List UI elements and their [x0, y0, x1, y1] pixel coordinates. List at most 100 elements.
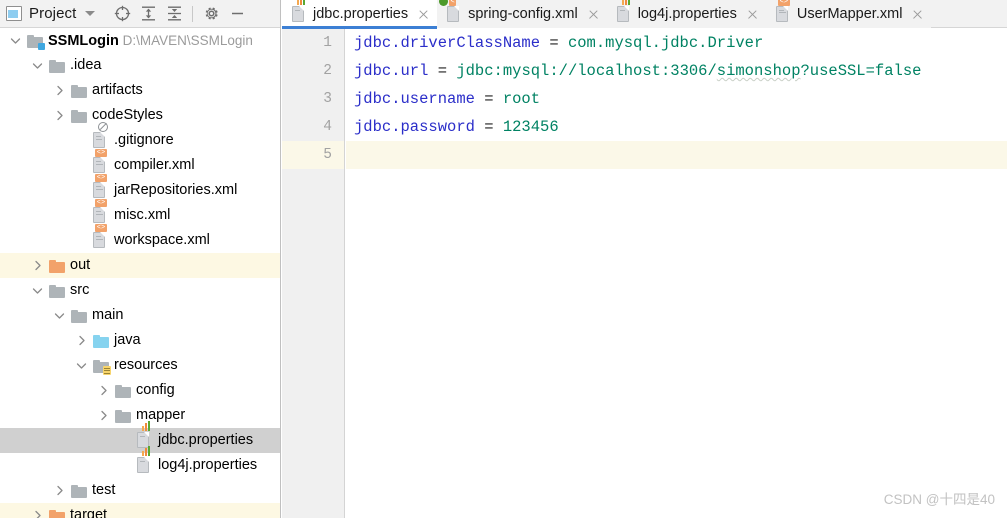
- file-xml-icon: <>: [93, 149, 110, 174]
- tree-item-src[interactable]: src: [0, 278, 280, 303]
- tree-item-ssmlogin[interactable]: SSMLogin D:\MAVEN\SSMLogin: [0, 28, 280, 53]
- close-icon[interactable]: [746, 8, 759, 21]
- code-line[interactable]: jdbc.url = jdbc:mysql://localhost:3306/s…: [346, 57, 1007, 85]
- folder-gray-icon: [71, 107, 88, 124]
- chevron-right-icon[interactable]: [96, 403, 110, 428]
- folder-orange-icon: [49, 257, 66, 274]
- chevron-right-icon[interactable]: [52, 478, 66, 503]
- folder-resources-icon: [93, 357, 111, 375]
- editor-tab-bar[interactable]: jdbc.properties < spring-config.xml log4j.p…: [282, 0, 1007, 29]
- property-value-warning: simonshop: [716, 62, 801, 80]
- chevron-down-icon[interactable]: [8, 28, 22, 53]
- tree-item-workspace-xml[interactable]: <> workspace.xml: [0, 224, 280, 253]
- tree-item-config[interactable]: config: [0, 378, 280, 403]
- close-icon[interactable]: [417, 8, 430, 21]
- tree-item-test[interactable]: test: [0, 478, 280, 503]
- code-line[interactable]: [346, 141, 1007, 169]
- close-icon[interactable]: [587, 8, 600, 21]
- tree-item-codestyles[interactable]: codeStyles: [0, 103, 280, 128]
- expand-all-icon[interactable]: [135, 1, 161, 27]
- property-key: jdbc.url: [354, 62, 429, 80]
- tree-item-label: src: [70, 282, 90, 298]
- tree-item-jarrepositories-xml[interactable]: <> jarRepositories.xml: [0, 174, 280, 203]
- property-value: com.mysql.jdbc.Driver: [567, 34, 764, 52]
- tab-log4j-properties[interactable]: log4j.properties: [606, 0, 766, 28]
- line-number: 4: [323, 119, 332, 135]
- tree-item-idea[interactable]: .idea: [0, 53, 280, 78]
- project-panel-title: Project: [29, 5, 77, 22]
- property-value: 123456: [502, 118, 559, 136]
- tree-item-label: .idea: [70, 57, 102, 73]
- crosshair-target-icon[interactable]: [109, 1, 135, 27]
- tree-item-label: resources: [114, 357, 178, 373]
- collapse-all-icon[interactable]: [161, 1, 187, 27]
- code-line[interactable]: jdbc.driverClassName = com.mysql.jdbc.Dr…: [346, 29, 1007, 57]
- code-line[interactable]: jdbc.username = root: [346, 85, 1007, 113]
- tree-item-path: D:\MAVEN\SSMLogin: [118, 33, 253, 48]
- project-window-icon: [6, 6, 22, 21]
- tree-item-main[interactable]: main: [0, 303, 280, 328]
- folder-gray-icon: [71, 307, 88, 324]
- property-key: jdbc.username: [354, 90, 475, 108]
- property-separator: =: [474, 118, 503, 136]
- folder-blue-icon: [93, 332, 110, 349]
- minimize-icon[interactable]: [224, 1, 250, 27]
- tree-item-java[interactable]: java: [0, 328, 280, 353]
- code-line[interactable]: jdbc.password = 123456: [346, 113, 1007, 141]
- tree-item-gitignore[interactable]: .gitignore: [0, 122, 280, 153]
- line-number: 3: [323, 91, 332, 107]
- tree-item-out[interactable]: out: [0, 253, 280, 278]
- tab-usermapper-xml[interactable]: <> UserMapper.xml: [765, 0, 932, 28]
- file-xml-icon: <>: [775, 0, 791, 23]
- tree-item-label: misc.xml: [114, 207, 171, 223]
- chevron-right-icon[interactable]: [52, 103, 66, 128]
- code-content[interactable]: jdbc.driverClassName = com.mysql.jdbc.Dr…: [346, 29, 1007, 518]
- file-gitignore-icon: [93, 122, 110, 149]
- project-tree[interactable]: SSMLogin D:\MAVEN\SSMLogin .idea artifacts…: [0, 28, 280, 518]
- tree-item-label: compiler.xml: [114, 157, 195, 173]
- close-icon[interactable]: [911, 8, 924, 21]
- chevron-down-icon[interactable]: [74, 353, 88, 378]
- chevron-down-icon[interactable]: [30, 53, 44, 78]
- chevron-right-icon[interactable]: [30, 503, 44, 518]
- tree-item-label: artifacts: [92, 82, 143, 98]
- folder-gray-icon: [115, 407, 132, 424]
- folder-gray-icon: [71, 482, 88, 499]
- tab-label: jdbc.properties: [313, 6, 409, 22]
- tree-item-log4j-properties[interactable]: log4j.properties: [0, 446, 280, 478]
- folder-gray-icon: [115, 382, 132, 399]
- tree-item-label: jdbc.properties: [158, 432, 254, 448]
- property-value: jdbc:mysql://localhost:3306/: [456, 62, 717, 80]
- tree-item-label: main: [92, 307, 124, 323]
- gear-icon[interactable]: [198, 1, 224, 27]
- tab-spring-config-xml[interactable]: < spring-config.xml: [437, 0, 607, 28]
- chevron-down-icon[interactable]: [85, 11, 96, 16]
- tree-item-misc-xml[interactable]: <> misc.xml: [0, 199, 280, 228]
- chevron-right-icon[interactable]: [96, 378, 110, 403]
- tree-item-mapper[interactable]: mapper: [0, 403, 280, 428]
- folder-gray-icon: [71, 82, 88, 99]
- tab-jdbc-properties[interactable]: jdbc.properties: [282, 0, 438, 29]
- chevron-down-icon[interactable]: [52, 303, 66, 328]
- tree-item-label: test: [92, 482, 116, 498]
- tree-item-artifacts[interactable]: artifacts: [0, 78, 280, 103]
- property-key: jdbc.password: [354, 118, 475, 136]
- tree-item-jdbc-properties[interactable]: jdbc.properties: [0, 421, 280, 453]
- chevron-down-icon[interactable]: [30, 278, 44, 303]
- tree-item-label: log4j.properties: [158, 457, 258, 473]
- chevron-right-icon[interactable]: [74, 328, 88, 353]
- file-spring-xml-icon: <: [439, 0, 462, 23]
- project-panel: Project SSMLogin D:\MAVEN\SSMLogin .idea…: [0, 0, 281, 518]
- line-number: 2: [323, 63, 332, 79]
- toolbar-separator: [192, 5, 194, 22]
- folder-gray-icon: [49, 282, 66, 299]
- file-xml-icon: <>: [93, 224, 110, 249]
- tree-item-compiler-xml[interactable]: <> compiler.xml: [0, 149, 280, 178]
- line-number: 1: [323, 35, 332, 51]
- chevron-right-icon[interactable]: [52, 78, 66, 103]
- folder-orange-icon: [49, 507, 66, 518]
- tree-item-target[interactable]: target: [0, 503, 280, 518]
- tree-item-resources[interactable]: resources: [0, 353, 280, 378]
- property-key: jdbc.driverClassName: [354, 34, 541, 52]
- chevron-right-icon[interactable]: [30, 253, 44, 278]
